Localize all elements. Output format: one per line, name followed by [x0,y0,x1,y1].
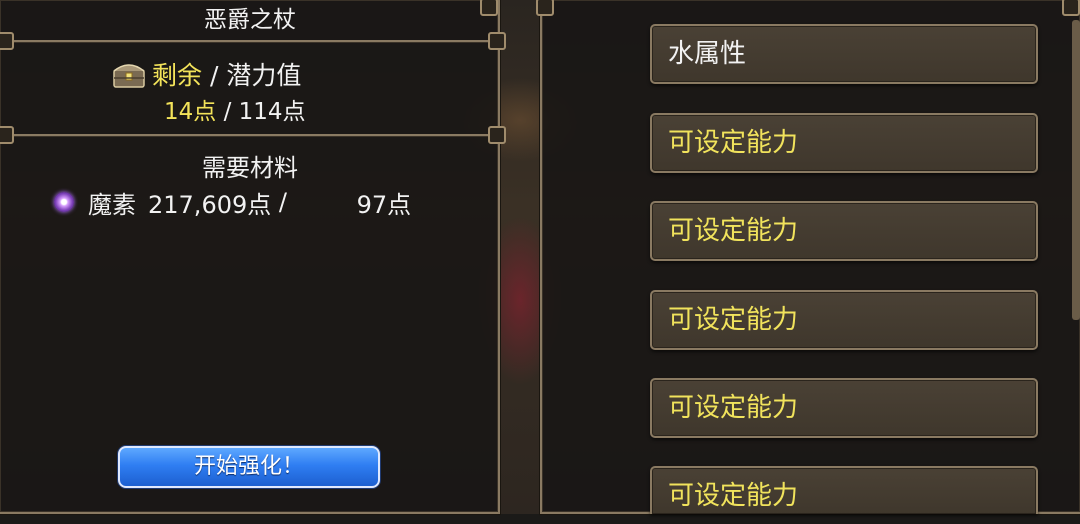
frame-corner [488,126,506,144]
label-separator: / [202,61,227,90]
frame-corner [536,0,554,16]
remaining-value: 14点 [164,99,217,125]
magic-orb-icon [54,192,74,212]
material-name: 魔素 [88,190,136,219]
slots-scrollbar[interactable] [1072,20,1080,320]
slot-settable-ability[interactable]: 可设定能力 [650,201,1038,261]
potential-values: 14点 / 114点 [164,92,306,125]
title-divider [0,40,500,42]
frame-corner [1062,0,1080,16]
material-row: 魔素 217,609点 / 97点 [54,186,412,219]
slot-settable-ability[interactable]: 可设定能力 [650,378,1038,438]
weapon-title: 恶爵之杖 [204,7,296,33]
potential-header: 剩余 / 潜力值 [112,56,301,92]
frame-corner [0,126,14,144]
treasure-chest-icon [112,58,146,90]
material-separator: / [271,188,295,216]
potential-value: 114点 [238,99,306,125]
slot-settable-ability[interactable]: 可设定能力 [650,466,1038,514]
value-separator: / [216,99,239,125]
slot-settable-ability[interactable]: 可设定能力 [650,113,1038,173]
material-required: 97点 [356,190,412,219]
start-enhance-button[interactable]: 开始强化！ [118,446,380,488]
potential-divider [0,134,500,136]
slot-water-attribute[interactable]: 水属性 [650,24,1038,84]
potential-label: 潜力值 [226,61,302,90]
material-owned: 217,609点 [148,190,272,219]
remaining-label: 剩余 [152,61,203,90]
slot-settable-ability[interactable]: 可设定能力 [650,290,1038,350]
materials-title: 需要材料 [202,154,298,182]
